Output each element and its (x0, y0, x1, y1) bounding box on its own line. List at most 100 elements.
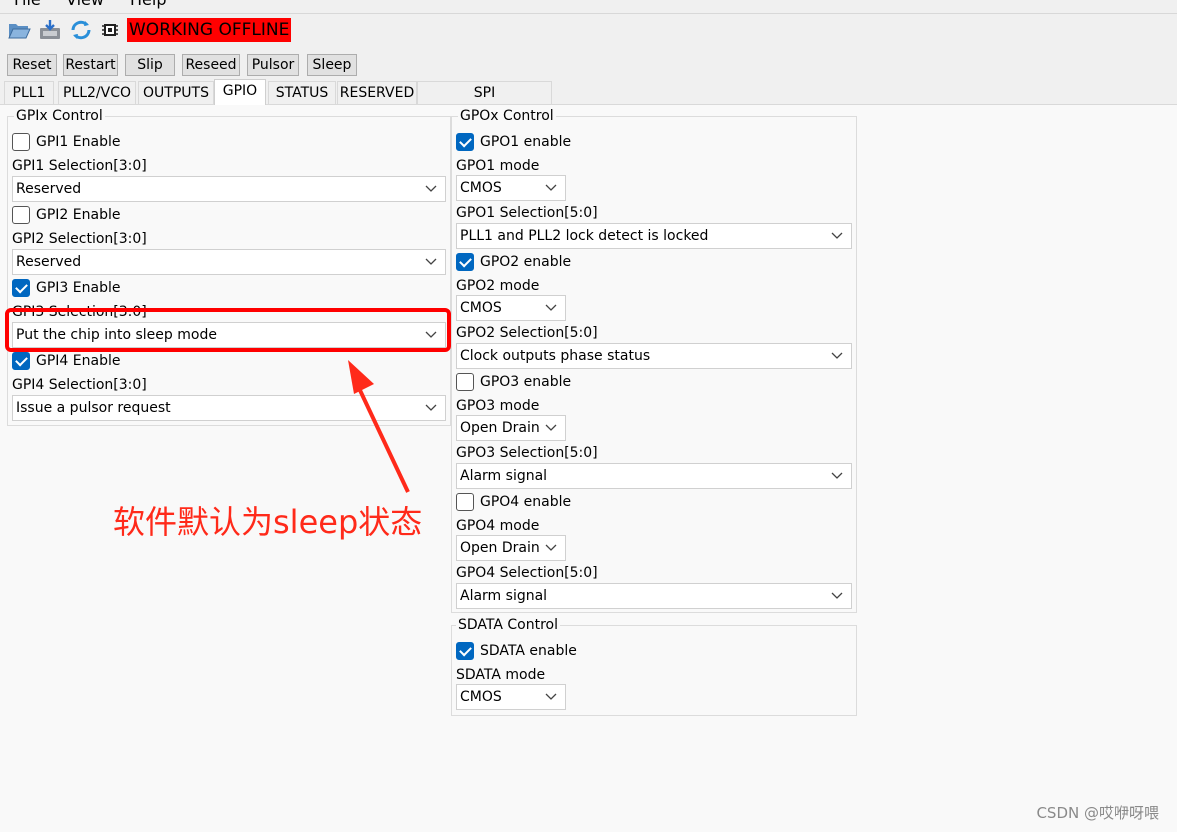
sdata-mode-dropdown[interactable]: CMOS (456, 684, 566, 710)
gpo1-selection-label: GPO1 Selection[5:0] (456, 205, 598, 221)
dropdown-value: CMOS (460, 689, 502, 705)
open-folder-icon[interactable] (7, 18, 31, 42)
gpi3-enable-checkbox[interactable]: GPI3 Enable (12, 278, 120, 298)
gpo1-mode-dropdown[interactable]: CMOS (456, 175, 566, 201)
menu-help[interactable]: Help (130, 0, 166, 9)
dropdown-value: Issue a pulsor request (16, 400, 171, 416)
refresh-icon[interactable] (69, 18, 93, 42)
reset-button[interactable]: Reset (7, 54, 57, 76)
chevron-down-icon (425, 258, 437, 265)
sleep-button[interactable]: Sleep (307, 54, 357, 76)
annotation-arrow-icon (348, 360, 410, 493)
gpo3-selection-dropdown[interactable]: Alarm signal (456, 463, 852, 489)
sdata-mode-label: SDATA mode (456, 667, 546, 683)
tab-pll1[interactable]: PLL1 (4, 81, 54, 104)
gpo2-enable-label: GPO2 enable (480, 254, 572, 270)
checkbox-box[interactable] (456, 493, 474, 511)
reseed-button[interactable]: Reseed (182, 54, 240, 76)
gpi3-enable-label: GPI3 Enable (36, 280, 121, 296)
menu-file[interactable]: File (14, 0, 41, 9)
tab-status[interactable]: STATUS (268, 81, 336, 104)
gpo4-mode-label: GPO4 mode (456, 518, 540, 534)
dropdown-value: Alarm signal (460, 468, 548, 484)
chevron-down-icon (545, 424, 557, 431)
gpo3-mode-dropdown[interactable]: Open Drain (456, 415, 566, 441)
sdata-control-title: SDATA Control (456, 617, 561, 633)
gpi2-enable-checkbox[interactable]: GPI2 Enable (12, 205, 120, 225)
checkbox-box-checked[interactable] (456, 642, 474, 660)
gpox-control-title: GPOx Control (458, 108, 556, 124)
checkbox-box[interactable] (456, 373, 474, 391)
chevron-down-icon (831, 472, 843, 479)
checkbox-box-checked[interactable] (456, 133, 474, 151)
gpo4-selection-dropdown[interactable]: Alarm signal (456, 583, 852, 609)
checkbox-box[interactable] (12, 133, 30, 151)
chevron-down-icon (831, 232, 843, 239)
gpix-control-title: GPIx Control (14, 108, 105, 124)
status-offline-badge: WORKING OFFLINE (127, 18, 292, 42)
sdata-enable-checkbox[interactable]: SDATA enable (456, 641, 577, 661)
dropdown-value: CMOS (460, 300, 502, 316)
menu-view[interactable]: View (66, 0, 104, 9)
tab-spi-communication[interactable]: SPI Communication (417, 81, 552, 124)
gpo2-mode-label: GPO2 mode (456, 278, 540, 294)
dropdown-value: Clock outputs phase status (460, 348, 651, 364)
gpo1-enable-checkbox[interactable]: GPO1 enable (456, 132, 571, 152)
gpo1-mode-label: GPO1 mode (456, 158, 540, 174)
gpo4-mode-dropdown[interactable]: Open Drain (456, 535, 566, 561)
gpo3-selection-label: GPO3 Selection[5:0] (456, 445, 598, 461)
watermark: CSDN @哎咿呀喂 (1036, 804, 1159, 822)
checkbox-box-checked[interactable] (12, 279, 30, 297)
gpo3-enable-label: GPO3 enable (480, 374, 572, 390)
save-icon[interactable] (38, 18, 62, 42)
gpi1-selection-dropdown[interactable]: Reserved (12, 176, 446, 202)
restart-button[interactable]: Restart (63, 54, 118, 76)
gpi4-selection-label: GPI4 Selection[3:0] (12, 377, 147, 393)
gpo2-selection-dropdown[interactable]: Clock outputs phase status (456, 343, 852, 369)
chevron-down-icon (425, 185, 437, 192)
slip-button[interactable]: Slip (125, 54, 175, 76)
gpi2-selection-dropdown[interactable]: Reserved (12, 249, 446, 275)
chevron-down-icon (831, 352, 843, 359)
gpo2-mode-dropdown[interactable]: CMOS (456, 295, 566, 321)
gpo4-selection-label: GPO4 Selection[5:0] (456, 565, 598, 581)
gpo4-enable-checkbox[interactable]: GPO4 enable (456, 492, 571, 512)
gpo2-selection-label: GPO2 Selection[5:0] (456, 325, 598, 341)
gpo4-enable-label: GPO4 enable (480, 494, 572, 510)
gpi4-enable-checkbox[interactable]: GPI4 Enable (12, 351, 120, 371)
gpo1-enable-label: GPO1 enable (480, 134, 572, 150)
dropdown-value: Open Drain (460, 420, 540, 436)
dropdown-value: Open Drain (460, 540, 540, 556)
gpo1-selection-dropdown[interactable]: PLL1 and PLL2 lock detect is locked (456, 223, 852, 249)
dropdown-value: Reserved (16, 181, 82, 197)
annotation-highlight-box (5, 308, 451, 352)
gpi1-enable-label: GPI1 Enable (36, 134, 121, 150)
chip-icon[interactable] (101, 21, 119, 39)
dropdown-value: CMOS (460, 180, 502, 196)
pulsor-button[interactable]: Pulsor (247, 54, 299, 76)
chevron-down-icon (545, 693, 557, 700)
checkbox-box-checked[interactable] (12, 352, 30, 370)
chevron-down-icon (545, 304, 557, 311)
dropdown-value: Reserved (16, 254, 82, 270)
tab-gpio[interactable]: GPIO (214, 79, 266, 105)
dropdown-value: PLL1 and PLL2 lock detect is locked (460, 228, 709, 244)
gpi1-selection-label: GPI1 Selection[3:0] (12, 158, 147, 174)
chevron-down-icon (545, 544, 557, 551)
tab-outputs[interactable]: OUTPUTS (138, 81, 214, 104)
gpo2-enable-checkbox[interactable]: GPO2 enable (456, 252, 571, 272)
gpi1-enable-checkbox[interactable]: GPI1 Enable (12, 132, 120, 152)
checkbox-box[interactable] (12, 206, 30, 224)
gpi2-selection-label: GPI2 Selection[3:0] (12, 231, 147, 247)
tab-pll2-vco[interactable]: PLL2/VCO (58, 81, 136, 104)
gpo3-mode-label: GPO3 mode (456, 398, 540, 414)
checkbox-box-checked[interactable] (456, 253, 474, 271)
sdata-enable-label: SDATA enable (480, 643, 577, 659)
gpi4-enable-label: GPI4 Enable (36, 353, 121, 369)
gpo3-enable-checkbox[interactable]: GPO3 enable (456, 372, 571, 392)
tab-reserved[interactable]: RESERVED (337, 81, 417, 104)
dropdown-value: Alarm signal (460, 588, 548, 604)
annotation-text: 软件默认为sleep状态 (113, 503, 423, 541)
gpi2-enable-label: GPI2 Enable (36, 207, 121, 223)
chevron-down-icon (831, 592, 843, 599)
